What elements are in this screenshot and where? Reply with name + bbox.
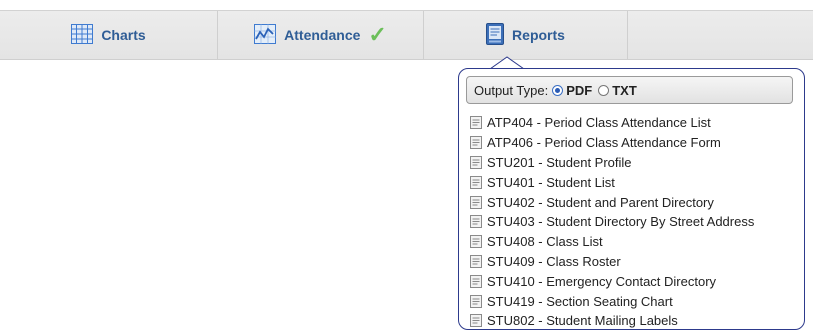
report-item-label: STU403 - Student Directory By Street Add… [487, 214, 755, 230]
reports-dropdown: Output Type: PDF TXT ATP404 - Period Cla… [458, 68, 805, 330]
report-item-stu402[interactable]: STU402 - Student and Parent Directory [470, 192, 754, 212]
document-icon [470, 314, 482, 328]
report-item-stu410[interactable]: STU410 - Emergency Contact Directory [470, 271, 754, 291]
report-item-label: STU409 - Class Roster [487, 253, 621, 269]
report-item-stu419[interactable]: STU419 - Section Seating Chart [470, 291, 754, 311]
txt-option-label[interactable]: TXT [612, 83, 637, 98]
output-type-label: Output Type: [474, 82, 549, 98]
tab-charts[interactable]: Charts [0, 11, 218, 59]
report-item-label: STU419 - Section Seating Chart [487, 293, 673, 309]
report-item-stu408[interactable]: STU408 - Class List [470, 232, 754, 252]
report-item-label: STU401 - Student List [487, 174, 615, 190]
tab-attendance[interactable]: Attendance ✓ [218, 11, 424, 59]
document-icon [470, 274, 482, 288]
report-item-label: STU802 - Student Mailing Labels [487, 313, 678, 329]
report-item-label: STU201 - Student Profile [487, 154, 632, 170]
tab-charts-label: Charts [101, 27, 146, 43]
report-item-stu401[interactable]: STU401 - Student List [470, 172, 754, 192]
checkmark-icon: ✓ [368, 22, 387, 47]
report-item-label: STU410 - Emergency Contact Directory [487, 273, 717, 289]
txt-radio[interactable] [598, 84, 610, 96]
report-item-label: ATP406 - Period Class Attendance Form [487, 135, 721, 151]
document-icon [470, 175, 482, 189]
document-icon [470, 235, 482, 249]
document-icon [470, 215, 482, 229]
document-icon [470, 195, 482, 209]
document-icon [470, 254, 482, 268]
tab-attendance-label: Attendance [284, 27, 361, 43]
report-item-label: STU402 - Student and Parent Directory [487, 194, 714, 210]
report-item-label: ATP404 - Period Class Attendance List [487, 115, 711, 131]
document-icon [470, 294, 482, 308]
pdf-radio[interactable] [552, 84, 564, 96]
report-item-stu802[interactable]: STU802 - Student Mailing Labels [470, 311, 754, 331]
document-icon [470, 116, 482, 130]
report-list: ATP404 - Period Class Attendance List AT… [470, 113, 754, 331]
attendance-chart-icon [254, 23, 277, 47]
main-toolbar: Charts Attendance ✓ Reports [0, 10, 813, 60]
tab-reports[interactable]: Reports [424, 11, 628, 59]
grid-icon [71, 23, 94, 47]
report-item-atp406[interactable]: ATP406 - Period Class Attendance Form [470, 133, 754, 153]
pdf-option-label[interactable]: PDF [566, 83, 592, 98]
report-item-stu201[interactable]: STU201 - Student Profile [470, 153, 754, 173]
document-icon [470, 136, 482, 150]
output-type-selector: Output Type: PDF TXT [466, 76, 793, 104]
report-item-atp404[interactable]: ATP404 - Period Class Attendance List [470, 113, 754, 133]
report-item-stu409[interactable]: STU409 - Class Roster [470, 252, 754, 272]
tab-reports-label: Reports [512, 27, 565, 43]
document-icon [470, 155, 482, 169]
report-item-stu403[interactable]: STU403 - Student Directory By Street Add… [470, 212, 754, 232]
report-book-icon [486, 22, 505, 48]
report-item-label: STU408 - Class List [487, 234, 603, 250]
